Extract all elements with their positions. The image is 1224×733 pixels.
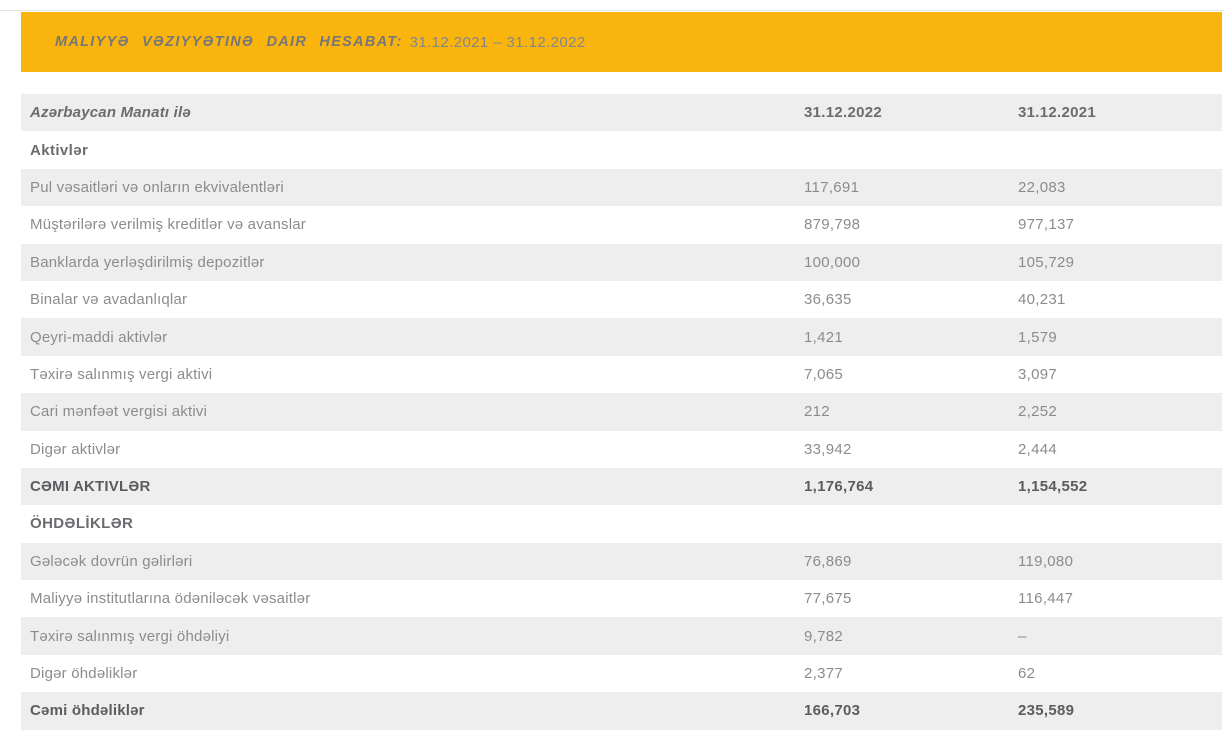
row-label: Pul vəsaitləri və onların ekvivalentləri (21, 179, 804, 196)
row-label: Cəmi öhdəliklər (21, 702, 804, 719)
value-2021: 116,447 (1018, 590, 1222, 607)
value-2022: 33,942 (804, 441, 1018, 458)
row-label: Binalar və avadanlıqlar (21, 291, 804, 308)
row-label: Banklarda yerləşdirilmiş depozitlər (21, 254, 804, 271)
table-row: Cari mənfəət vergisi aktivi2122,252 (21, 393, 1222, 430)
value-2021: 62 (1018, 665, 1222, 682)
section-header-row: ÖHDƏLİKLƏR (21, 505, 1222, 542)
currency-note: Azərbaycan Manatı ilə (21, 104, 804, 121)
value-2021: 105,729 (1018, 254, 1222, 271)
total-row: Cəmi öhdəliklər166,703235,589 (21, 692, 1222, 729)
value-2022: 1,421 (804, 329, 1018, 346)
row-label: Təxirə salınmış vergi aktivi (21, 366, 804, 383)
value-2022: 2,377 (804, 665, 1018, 682)
column-header-2022: 31.12.2022 (804, 104, 1018, 121)
value-2022: 9,782 (804, 628, 1018, 645)
table-row: Təxirə salınmış vergi öhdəliyi9,782– (21, 617, 1222, 654)
report-period: 31.12.2021 – 31.12.2022 (410, 34, 586, 51)
value-2022: 36,635 (804, 291, 1018, 308)
row-label: Aktivlər (21, 142, 804, 159)
table-row: Digər aktivlər33,9422,444 (21, 431, 1222, 468)
row-label: Qeyri-maddi aktivlər (21, 329, 804, 346)
top-divider (0, 10, 1224, 11)
total-row: CƏMI AKTIVLƏR1,176,7641,154,552 (21, 468, 1222, 505)
value-2021: 2,444 (1018, 441, 1222, 458)
table-row: Digər öhdəliklər2,37762 (21, 655, 1222, 692)
report-title: MALIYYƏ VƏZIYYƏTINƏ DAIR HESABAT: (55, 34, 403, 50)
value-2021: 2,252 (1018, 403, 1222, 420)
value-2021: 1,154,552 (1018, 478, 1222, 495)
row-label: Digər öhdəliklər (21, 665, 804, 682)
row-label: Cari mənfəət vergisi aktivi (21, 403, 804, 420)
financial-table: Azərbaycan Manatı ilə 31.12.2022 31.12.2… (21, 94, 1222, 730)
row-label: Gələcək dovrün gəlirləri (21, 553, 804, 570)
row-label: ÖHDƏLİKLƏR (21, 515, 804, 532)
table-row: Banklarda yerləşdirilmiş depozitlər100,0… (21, 244, 1222, 281)
value-2022: 7,065 (804, 366, 1018, 383)
row-label: CƏMI AKTIVLƏR (21, 478, 804, 495)
row-label: Maliyyə institutlarına ödəniləcək vəsait… (21, 590, 804, 607)
row-label: Digər aktivlər (21, 441, 804, 458)
table-header-row: Azərbaycan Manatı ilə 31.12.2022 31.12.2… (21, 94, 1222, 131)
table-row: Qeyri-maddi aktivlər1,4211,579 (21, 318, 1222, 355)
table-row: Təxirə salınmış vergi aktivi7,0653,097 (21, 356, 1222, 393)
table-row: Maliyyə institutlarına ödəniləcək vəsait… (21, 580, 1222, 617)
value-2022: 879,798 (804, 216, 1018, 233)
value-2021: 3,097 (1018, 366, 1222, 383)
value-2021: 235,589 (1018, 702, 1222, 719)
report-header-band: MALIYYƏ VƏZIYYƏTINƏ DAIR HESABAT: 31.12.… (21, 12, 1222, 72)
row-label: Müştərilərə verilmiş kreditlər və avansl… (21, 216, 804, 233)
column-header-2021: 31.12.2021 (1018, 104, 1222, 121)
value-2021: 40,231 (1018, 291, 1222, 308)
value-2022: 1,176,764 (804, 478, 1018, 495)
table-body: Aktivlər Pul vəsaitləri və onların ekviva… (21, 131, 1222, 729)
value-2021: 22,083 (1018, 179, 1222, 196)
table-row: Pul vəsaitləri və onların ekvivalentləri… (21, 169, 1222, 206)
value-2021: 119,080 (1018, 553, 1222, 570)
value-2022: 166,703 (804, 702, 1018, 719)
value-2021: – (1018, 628, 1222, 645)
value-2022: 212 (804, 403, 1018, 420)
value-2022: 117,691 (804, 179, 1018, 196)
value-2021: 1,579 (1018, 329, 1222, 346)
value-2021: 977,137 (1018, 216, 1222, 233)
section-header-row: Aktivlər (21, 131, 1222, 168)
table-row: Gələcək dovrün gəlirləri76,869119,080 (21, 543, 1222, 580)
value-2022: 77,675 (804, 590, 1018, 607)
table-row: Müştərilərə verilmiş kreditlər və avansl… (21, 206, 1222, 243)
value-2022: 76,869 (804, 553, 1018, 570)
value-2022: 100,000 (804, 254, 1018, 271)
row-label: Təxirə salınmış vergi öhdəliyi (21, 628, 804, 645)
table-row: Binalar və avadanlıqlar36,63540,231 (21, 281, 1222, 318)
